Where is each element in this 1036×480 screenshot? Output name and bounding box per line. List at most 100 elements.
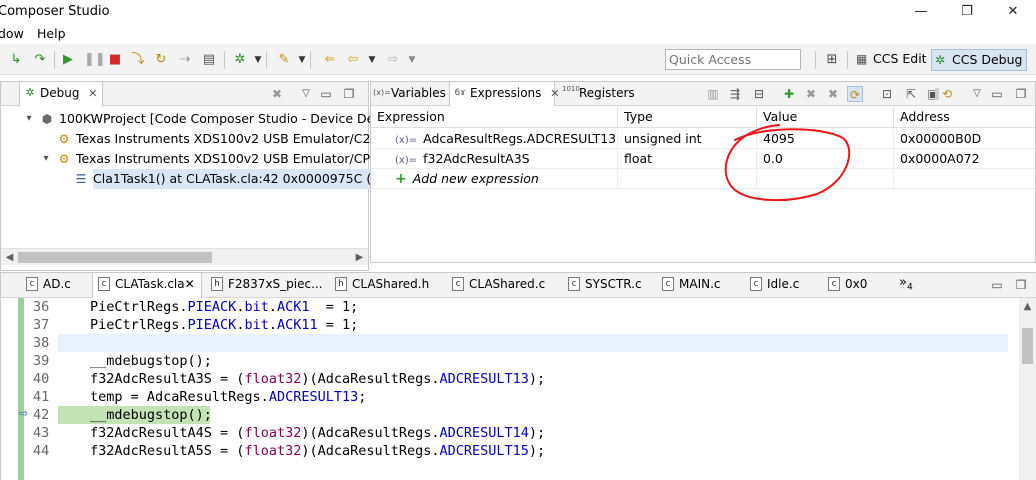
scroll-thumb[interactable] — [1022, 328, 1033, 364]
code-line[interactable]: 36 PieCtrlRegs.PIEACK.bit.ACK1 = 1; — [1, 298, 1036, 316]
perspective-ccs-debug[interactable]: ✲ CCS Debug — [931, 49, 1028, 71]
close-icon[interactable]: ✕ — [88, 87, 97, 100]
editor-tab[interactable]: h F2837xS_piec... — [206, 273, 324, 297]
remove-terminated-icon[interactable]: ✖ — [269, 86, 285, 102]
remove-all-icon[interactable]: ✖ — [825, 86, 841, 102]
minimize-view-icon[interactable]: ▭ — [989, 86, 1005, 102]
reset-icon[interactable]: ▤ — [201, 52, 217, 68]
maximize-view-icon[interactable]: ❐ — [1013, 277, 1029, 293]
editor-tab[interactable]: c 0x0 — [823, 273, 879, 297]
maximize-button[interactable]: ❐ — [944, 0, 990, 23]
collapse-all-icon[interactable]: ⊟ — [751, 86, 767, 102]
code-line[interactable]: 39 __mdebugstop(); — [1, 352, 1036, 370]
maximize-view-icon[interactable]: ❐ — [341, 86, 357, 102]
editor-tab[interactable]: h CLAShared.h — [330, 273, 442, 297]
remove-expression-icon[interactable]: ✖ — [803, 86, 819, 102]
refresh-icon[interactable]: ⟲ — [939, 86, 955, 102]
debug-icon[interactable]: ✲ — [232, 52, 248, 68]
tab-variables[interactable]: (x)= Variables — [371, 82, 447, 106]
view-menu-icon[interactable]: ▽ — [969, 86, 985, 102]
tab-expressions[interactable]: 6ɤ Expressions ✕ — [449, 82, 559, 107]
suspend-icon[interactable]: ❚❚ — [84, 52, 106, 68]
code-line[interactable]: 41 temp = AdcaResultRegs.ADCRESULT13; — [1, 388, 1036, 406]
scroll-right-icon[interactable]: ▶ — [351, 249, 368, 266]
editor-tab[interactable]: c CLAShared.c — [447, 273, 559, 297]
address-text: 0x0000A072 — [900, 151, 980, 166]
minimize-view-icon[interactable]: ▭ — [318, 86, 334, 102]
menu-help[interactable]: Help — [37, 26, 66, 41]
debug-hscrollbar[interactable]: ◀ ▶ — [1, 248, 368, 265]
scroll-up-icon[interactable]: ▲ — [1019, 298, 1036, 315]
code-line[interactable]: 37 PieCtrlRegs.PIEACK.bit.ACK11 = 1; — [1, 316, 1036, 334]
column-expression[interactable]: Expression — [371, 106, 618, 128]
c-file-icon: c — [662, 277, 674, 291]
editor-tab[interactable]: c Idle.c — [745, 273, 819, 297]
step-into-icon[interactable]: ↳ — [8, 52, 24, 68]
close-window-button[interactable]: ✕ — [990, 0, 1036, 23]
code-field-token: ADCRESULT14 — [439, 425, 529, 441]
step-over-icon[interactable]: ↷ — [32, 52, 48, 68]
open-perspective-icon[interactable]: ⊞ — [824, 52, 840, 68]
code-line[interactable]: 42 __mdebugstop(); — [1, 406, 1036, 424]
code-token: f32AdcResultA4S = ( — [90, 425, 245, 441]
code-line[interactable]: 44 f32AdcResultA5S = (float32)(AdcaResult… — [1, 442, 1036, 460]
view-menu-icon[interactable]: ▽ — [298, 86, 314, 102]
step-return-icon[interactable]: ⇢ — [177, 52, 193, 68]
back-icon[interactable]: ⇦ — [345, 52, 361, 68]
c-file-icon: c — [98, 277, 110, 291]
show-type-names-icon[interactable]: ▥ — [705, 86, 721, 102]
cell-expression: (x)= f32AdcResultA3S — [371, 149, 618, 169]
close-icon[interactable]: ✕ — [185, 277, 195, 291]
tab-debug[interactable]: ✲ Debug ✕ — [19, 82, 103, 107]
terminate-icon[interactable]: ■ — [107, 52, 123, 68]
chevron-down-icon[interactable]: ▼ — [250, 52, 266, 68]
chevron-down-icon[interactable]: ▾ — [40, 149, 52, 169]
scroll-thumb[interactable] — [18, 252, 212, 263]
table-row[interactable]: (x)= AdcaResultRegs.ADCRESULT13 unsigned i… — [371, 129, 1035, 149]
chevron-down-icon[interactable]: ▼ — [404, 52, 420, 68]
line-number: 41 — [33, 389, 50, 405]
forward-icon[interactable]: ⇨ — [385, 52, 401, 68]
column-address[interactable]: Address — [894, 106, 1036, 128]
maximize-view-icon[interactable]: ❐ — [1013, 86, 1029, 102]
step-over-asm-icon[interactable]: ↻ — [153, 52, 169, 68]
step-into-asm-icon[interactable]: ⤵ — [130, 52, 146, 68]
editor-tab[interactable]: c CLATask.cla✕ — [92, 273, 202, 298]
menu-window[interactable]: dow — [0, 26, 24, 41]
continuous-refresh-icon[interactable]: ⟳ — [847, 86, 863, 102]
show-logical-icon[interactable]: ⇶ — [727, 86, 743, 102]
scroll-left-icon[interactable]: ◀ — [1, 249, 18, 266]
line-number: 39 — [33, 353, 50, 369]
code-token: )(AdcaResultRegs. — [301, 371, 440, 387]
editor-vscrollbar[interactable]: ▲ — [1019, 298, 1036, 480]
flash-icon[interactable]: ✎ — [276, 52, 292, 68]
tab-label: Variables — [391, 86, 446, 100]
code-line[interactable]: 43 f32AdcResultA4S = (float32)(AdcaResult… — [1, 424, 1036, 442]
add-new-expression-row[interactable]: + Add new expression — [371, 169, 1035, 189]
new-view-icon[interactable]: ⊡ — [879, 86, 895, 102]
quick-access-input[interactable] — [665, 49, 801, 70]
chevron-down-icon[interactable]: ▾ — [23, 109, 35, 129]
minimize-button[interactable]: — — [898, 0, 944, 23]
resume-icon[interactable]: ▶ — [60, 52, 76, 68]
minimize-view-icon[interactable]: ▭ — [989, 277, 1005, 293]
more-tabs-button[interactable]: »4 — [899, 275, 913, 293]
code-line[interactable]: 38 — [1, 334, 1036, 352]
line-number: 44 — [33, 443, 50, 459]
editor-tab[interactable]: c AD.c — [21, 273, 89, 297]
perspective-label: CCS Debug — [952, 52, 1023, 67]
editor-tab[interactable]: c MAIN.c — [657, 273, 741, 297]
add-expression-icon[interactable]: ✚ — [781, 86, 797, 102]
tab-registers[interactable]: 1010 Registers — [559, 82, 639, 106]
chevron-down-icon[interactable]: ▼ — [294, 52, 310, 68]
perspective-ccs-edit[interactable]: ▦ CCS Edit — [853, 49, 931, 71]
last-edit-icon[interactable]: ⇐ — [322, 52, 338, 68]
export-icon[interactable]: ⇱ — [903, 86, 919, 102]
chevron-down-icon[interactable]: ▼ — [364, 52, 380, 68]
code-line[interactable]: 40 f32AdcResultA3S = (float32)(AdcaResult… — [1, 370, 1036, 388]
variable-icon: (x)= — [395, 135, 418, 146]
editor-tab[interactable]: c SYSCTR.c — [563, 273, 653, 297]
editor-tab-label: 0x0 — [845, 277, 868, 291]
table-row[interactable]: (x)= f32AdcResultA3S float 0.0 0x0000A072 — [371, 149, 1035, 169]
tree-item-label: Cla1Task1() at CLATask.cla:42 0x0000975C… — [93, 169, 380, 189]
